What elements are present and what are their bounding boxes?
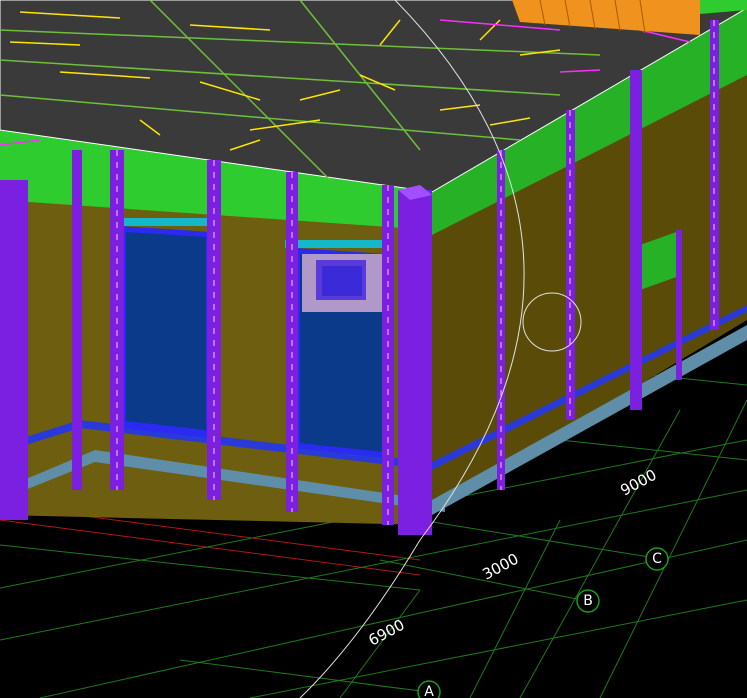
grid-bubble-a[interactable]: A bbox=[417, 680, 441, 698]
svg-text:C: C bbox=[652, 551, 662, 567]
grid-bubble-b[interactable]: B bbox=[576, 589, 600, 613]
dimension-9000: 9000 bbox=[617, 466, 659, 500]
window-left bbox=[120, 218, 212, 438]
grid-bubble-c[interactable]: C bbox=[645, 547, 669, 571]
svg-text:B: B bbox=[583, 593, 593, 609]
model-viewport[interactable]: 9000 3000 6900 C B A bbox=[0, 0, 747, 698]
window-right bbox=[285, 240, 388, 458]
svg-text:A: A bbox=[424, 684, 434, 698]
dimension-3000: 3000 bbox=[479, 550, 521, 584]
